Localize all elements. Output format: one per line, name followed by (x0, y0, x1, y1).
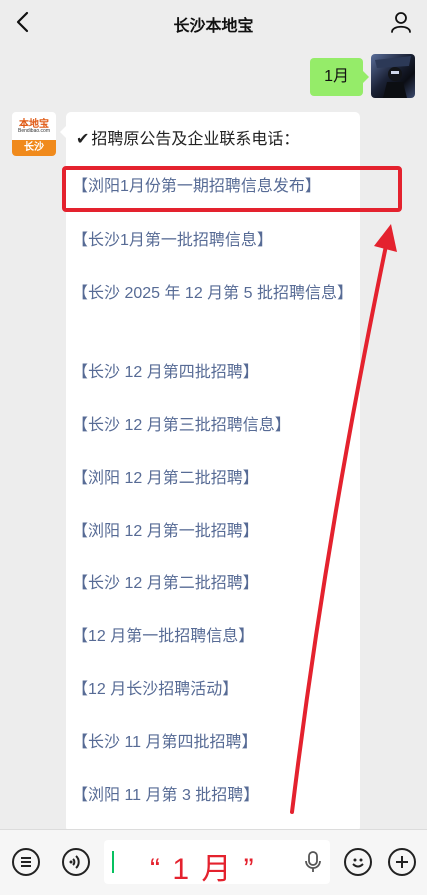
bot-avatar[interactable]: 本地宝 Bendibao.com 长沙 (12, 112, 56, 156)
link-item-10[interactable]: 【12 月长沙招聘活动】 (72, 677, 352, 703)
user-message-bubble[interactable]: 1月 (310, 58, 369, 96)
bot-heading-text: 招聘原公告及企业联系电话： (91, 131, 300, 148)
bot-avatar-city: 长沙 (12, 140, 56, 156)
emoji-icon[interactable] (344, 848, 372, 876)
highlight-box (62, 166, 402, 212)
link-item-8[interactable]: 【长沙 12 月第二批招聘】 (72, 571, 352, 597)
link-item-5[interactable]: 【长沙 12 月第三批招聘信息】 (72, 413, 352, 439)
bot-heading: ✔ 招聘原公告及企业联系电话： (76, 125, 299, 149)
link-item-3[interactable]: 【长沙 2025 年 12 月第 5 批招聘信息】 (72, 281, 353, 307)
menu-icon[interactable] (12, 848, 40, 876)
bot-avatar-brand-sub: Bendibao.com (18, 128, 50, 134)
link-item-4[interactable]: 【长沙 12 月第四批招聘】 (72, 360, 352, 386)
chat-input-bar: “ 1 月 ” (0, 829, 427, 895)
input-text: “ 1 月 ” (150, 853, 256, 886)
user-avatar[interactable] (371, 54, 415, 98)
link-item-9[interactable]: 【12 月第一批招聘信息】 (72, 624, 352, 650)
profile-icon[interactable] (389, 10, 413, 34)
link-item-7[interactable]: 【浏阳 12 月第一批招聘】 (72, 519, 352, 545)
link-item-11[interactable]: 【长沙 11 月第四批招聘】 (72, 730, 352, 756)
voice-icon[interactable] (62, 848, 90, 876)
page-title: 长沙本地宝 (173, 18, 254, 35)
message-input[interactable]: “ 1 月 ” (104, 840, 330, 886)
microphone-icon[interactable] (304, 851, 322, 873)
link-item-12[interactable]: 【浏阳 11 月第 3 批招聘】 (72, 783, 352, 809)
plus-icon[interactable] (388, 848, 416, 876)
link-item-6[interactable]: 【浏阳 12 月第二批招聘】 (72, 466, 352, 492)
bot-message-bubble: ✔ 招聘原公告及企业联系电话： 【浏阳1月份第一期招聘信息发布】 【长沙1月第一批… (60, 112, 360, 832)
avatar-figure-icon (375, 56, 411, 98)
top-bar: 长沙本地宝 (0, 0, 427, 44)
text-caret (112, 851, 114, 873)
check-icon: ✔ (76, 131, 90, 148)
link-item-2[interactable]: 【长沙1月第一批招聘信息】 (72, 228, 352, 254)
